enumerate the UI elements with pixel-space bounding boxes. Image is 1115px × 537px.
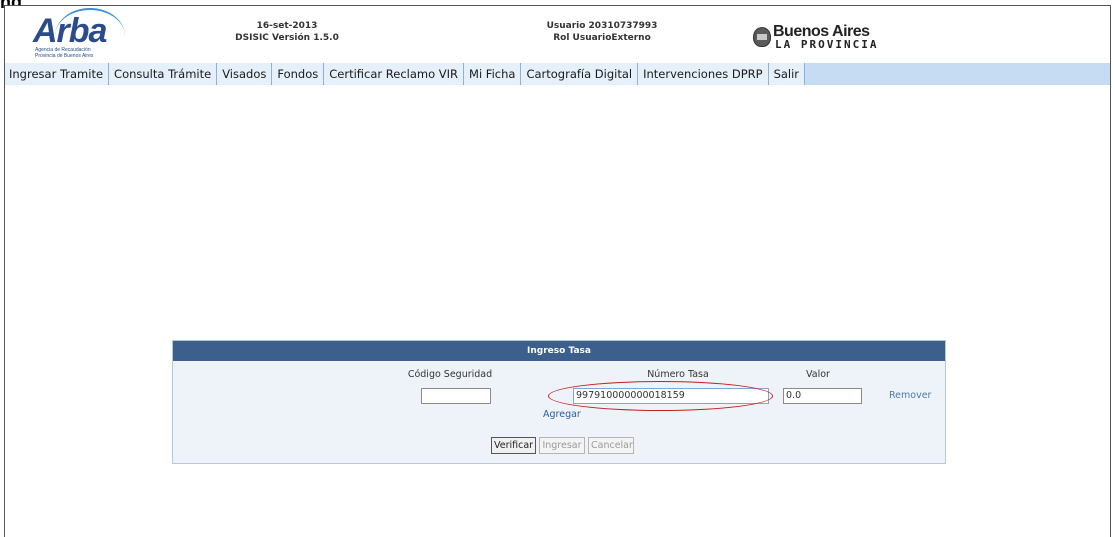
menu-item-salir[interactable]: Salir: [768, 63, 806, 85]
arba-logo-subtext: Agencia de Recaudación Provincia de Buen…: [35, 47, 93, 59]
arba-logo: Arba Agencia de Recaudación Provincia de…: [29, 8, 125, 60]
app-version: DSISIC Versión 1.5.0: [235, 33, 339, 43]
valor-input[interactable]: [783, 388, 862, 404]
header: Arba Agencia de Recaudación Provincia de…: [5, 6, 1110, 62]
codigo-seguridad-input[interactable]: [421, 388, 491, 404]
arba-logo-word: Arba: [33, 12, 107, 50]
menu-item-intervenciones-dprp[interactable]: Intervenciones DPRP: [638, 63, 769, 85]
menu-bar: Ingresar Tramite Consulta Trámite Visado…: [5, 63, 1110, 85]
user-role: Rol UsuarioExterno: [553, 33, 651, 43]
user-id: Usuario 20310737993: [546, 21, 658, 31]
arba-logo-subtext-line2: Provincia de Buenos Aires: [35, 53, 94, 59]
menu-item-visados[interactable]: Visados: [217, 63, 273, 85]
menu-item-ingresar-tramite[interactable]: Ingresar Tramite: [5, 63, 110, 85]
app-window: Arba Agencia de Recaudación Provincia de…: [4, 5, 1111, 537]
agregar-link[interactable]: Agregar: [543, 409, 581, 420]
codigo-seguridad-label: Código Seguridad: [407, 369, 493, 380]
panel-title: Ingreso Tasa: [173, 341, 945, 361]
date-version-block: 16-set-2013 DSISIC Versión 1.5.0: [227, 20, 347, 44]
province-logo-bottom: LA PROVINCIA: [775, 38, 879, 51]
numero-tasa-label: Número Tasa: [647, 369, 709, 380]
cancelar-button[interactable]: Cancelar: [588, 437, 634, 454]
menu-items: Ingresar Tramite Consulta Trámite Visado…: [5, 63, 1110, 85]
ingresar-button[interactable]: Ingresar: [539, 437, 585, 454]
menu-item-cartografia-digital[interactable]: Cartografía Digital: [521, 63, 639, 85]
user-block: Usuario 20310737993 Rol UsuarioExterno: [527, 20, 677, 44]
menu-item-fondos[interactable]: Fondos: [272, 63, 325, 85]
province-seal-icon: [753, 27, 771, 47]
menu-item-consulta-tramite[interactable]: Consulta Trámite: [109, 63, 218, 85]
numero-tasa-input[interactable]: [573, 388, 769, 404]
verificar-button[interactable]: Verificar: [491, 437, 536, 454]
menu-item-certificar-reclamo-vir[interactable]: Certificar Reclamo VIR: [324, 63, 465, 85]
remover-link[interactable]: Remover: [889, 390, 931, 401]
current-date: 16-set-2013: [256, 21, 318, 31]
valor-label: Valor: [806, 369, 830, 380]
ingreso-tasa-panel: Ingreso Tasa Código Seguridad Número Tas…: [172, 340, 946, 464]
menu-item-mi-ficha[interactable]: Mi Ficha: [464, 63, 522, 85]
